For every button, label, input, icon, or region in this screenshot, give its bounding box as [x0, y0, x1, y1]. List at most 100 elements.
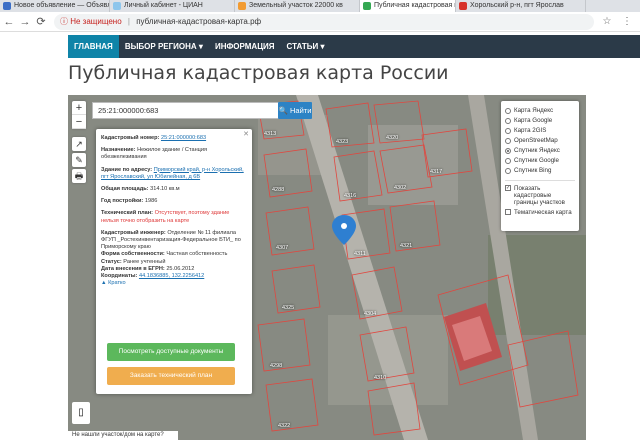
object-info-popup: ✕ Кадастровый номер: 25:21:000000:683 На… — [96, 129, 252, 394]
print-icon[interactable]: 🖶 — [72, 169, 86, 183]
purpose-label: Назначение: — [101, 147, 136, 154]
zoom-control: + − — [72, 101, 86, 129]
tab-favicon-icon — [3, 2, 11, 10]
browser-tab[interactable]: Личный кабинет - ЦИАН — [110, 0, 235, 12]
checkbox[interactable] — [505, 209, 511, 215]
area-label: Общая площадь: — [101, 186, 149, 193]
layer-option[interactable]: Карта Google — [505, 116, 575, 126]
tab-label: Земельный участок 22000 кв — [249, 2, 343, 9]
not-found-link[interactable]: Не нашли участок/дом на карте? — [68, 431, 178, 440]
tab-favicon-icon — [363, 2, 371, 10]
parcel-number-label: 4302 — [394, 185, 407, 191]
parcel-number-label: 4298 — [270, 363, 283, 369]
parcel-number-label: 4322 — [278, 423, 291, 429]
url-field[interactable]: ⓘ Не защищено | публичная-кадастровая-ка… — [54, 14, 594, 30]
browser-tab[interactable]: Новое объявление — Объявл — [0, 0, 110, 12]
layer-radio[interactable] — [505, 158, 511, 164]
back-icon[interactable]: ← — [2, 15, 16, 29]
checkbox[interactable]: ✓ — [505, 185, 511, 191]
url-separator: | — [127, 17, 130, 26]
year-value: 1986 — [144, 198, 158, 205]
parcel-number-label: 4313 — [264, 131, 277, 137]
cad-number-label: Кадастровый номер: — [101, 135, 160, 141]
layer-label: Карта Яндекс — [514, 107, 554, 114]
year-label: Год постройки: — [101, 198, 144, 205]
parcel-number-label: 4323 — [336, 139, 349, 145]
layer-radio[interactable] — [505, 148, 511, 154]
cadastral-map[interactable]: 4313 4323 4320 4317 4288 4316 4302 4307 4311 4321… — [68, 95, 586, 440]
zoom-in-button[interactable]: + — [72, 101, 86, 115]
egrn-date-value: 25.06.2012 — [166, 265, 195, 272]
layer-label: Карта Google — [514, 117, 553, 124]
layer-label: Спутник Google — [514, 157, 559, 164]
layer-option[interactable]: Спутник Google — [505, 156, 575, 166]
layer-radio[interactable] — [505, 118, 511, 124]
cadastral-search-input[interactable]: 25:21:000000:683 — [92, 102, 282, 119]
parcel-number-label: 4311 — [354, 251, 366, 257]
view-documents-button[interactable]: Посмотреть доступные документы — [107, 343, 235, 361]
measure-icon[interactable]: ↗ — [72, 137, 86, 151]
layer-option[interactable]: OpenStreetMap — [505, 136, 575, 146]
browser-tab-bar: Новое объявление — Объявл Личный кабинет … — [0, 0, 640, 12]
layer-radio[interactable] — [505, 168, 511, 174]
nav-region[interactable]: ВЫБОР РЕГИОНА ▾ — [119, 35, 209, 58]
tab-favicon-icon — [238, 2, 246, 10]
layer-option[interactable]: Спутник Bing — [505, 166, 575, 176]
tab-favicon-icon — [113, 2, 121, 10]
layer-option[interactable]: Спутник Яндекс — [505, 146, 575, 156]
info-icon[interactable]: ⓘ — [60, 17, 68, 26]
parcel-number-label: 4316 — [344, 193, 357, 199]
forward-icon[interactable]: → — [18, 15, 32, 29]
status-value: Ранее учтенный — [123, 258, 166, 265]
layer-label: Спутник Яндекс — [514, 147, 560, 154]
layer-option[interactable]: Карта 2GIS — [505, 126, 575, 136]
layer-label: OpenStreetMap — [514, 137, 558, 144]
phone-icon[interactable]: ▯ — [72, 402, 90, 424]
coords-label: Координаты: — [101, 273, 138, 280]
reload-icon[interactable]: ⟳ — [34, 15, 48, 29]
brief-toggle[interactable]: ▲ Кратко — [101, 280, 126, 286]
layer-radio[interactable] — [505, 138, 511, 144]
site-nav: ГЛАВНАЯ ВЫБОР РЕГИОНА ▾ ИНФОРМАЦИЯ СТАТЬ… — [68, 35, 640, 58]
layer-radio[interactable] — [505, 128, 511, 134]
egrn-date-label: Дата внесения в ЕГРН: — [101, 265, 165, 272]
tab-label: Хорольский р-н, пгт Ярослав — [470, 2, 564, 9]
nav-articles[interactable]: СТАТЬИ ▾ — [281, 35, 331, 58]
url-text[interactable]: публичная-кадастровая-карта.рф — [136, 17, 261, 26]
page-title: Публичная кадастровая карта России — [68, 62, 449, 84]
tab-label: Публичная кадастровая карта — [374, 2, 455, 9]
security-warning[interactable]: Не защищено — [70, 17, 121, 26]
browser-tab[interactable]: Публичная кадастровая карта — [360, 0, 456, 12]
close-icon[interactable]: ✕ — [243, 131, 249, 138]
thematic-map-checkbox[interactable]: Тематическая карта — [505, 209, 575, 216]
tab-label: Новое объявление — Объявл — [14, 2, 110, 9]
layer-option[interactable]: Карта Яндекс — [505, 106, 575, 116]
address-label: Здание по адресу: — [101, 166, 153, 173]
layers-divider — [505, 180, 575, 181]
tech-plan-label: Технический план: — [101, 210, 154, 217]
zoom-out-button[interactable]: − — [72, 115, 86, 129]
draw-icon[interactable]: ✎ — [72, 153, 86, 167]
parcel-number-label: 4321 — [400, 243, 413, 249]
nav-info[interactable]: ИНФОРМАЦИЯ — [209, 35, 281, 58]
browser-address-bar: ← → ⟳ ⓘ Не защищено | публичная-кадастро… — [0, 12, 640, 32]
cad-number-link[interactable]: 25:21:000000:683 — [161, 135, 206, 141]
browser-tab[interactable]: Хорольский р-н, пгт Ярослав — [456, 0, 586, 12]
parcel-number-label: 4307 — [276, 245, 289, 251]
checkbox-label: Тематическая карта — [514, 209, 572, 216]
layer-radio[interactable] — [505, 108, 511, 114]
browser-tab[interactable]: Земельный участок 22000 кв — [235, 0, 360, 12]
area-value: 314.10 кв.м — [150, 186, 180, 193]
coords-link[interactable]: 44.1836885, 132.2256412 — [139, 273, 204, 279]
parcel-number-label: 4288 — [272, 187, 285, 193]
tab-favicon-icon — [459, 2, 467, 10]
engineer-label: Кадастровый инженер: — [101, 229, 166, 236]
ownership-label: Форма собственности: — [101, 251, 165, 258]
menu-icon[interactable]: ⋮ — [620, 15, 634, 29]
order-tech-plan-button[interactable]: Заказать технический план — [107, 367, 235, 385]
cadastral-boundaries-checkbox[interactable]: ✓ Показать кадастровые границы участков — [505, 185, 575, 206]
star-icon[interactable]: ☆ — [600, 15, 614, 29]
search-button[interactable]: 🔍 Найти — [278, 102, 312, 119]
nav-home[interactable]: ГЛАВНАЯ — [68, 35, 119, 58]
tab-label: Личный кабинет - ЦИАН — [124, 2, 203, 9]
